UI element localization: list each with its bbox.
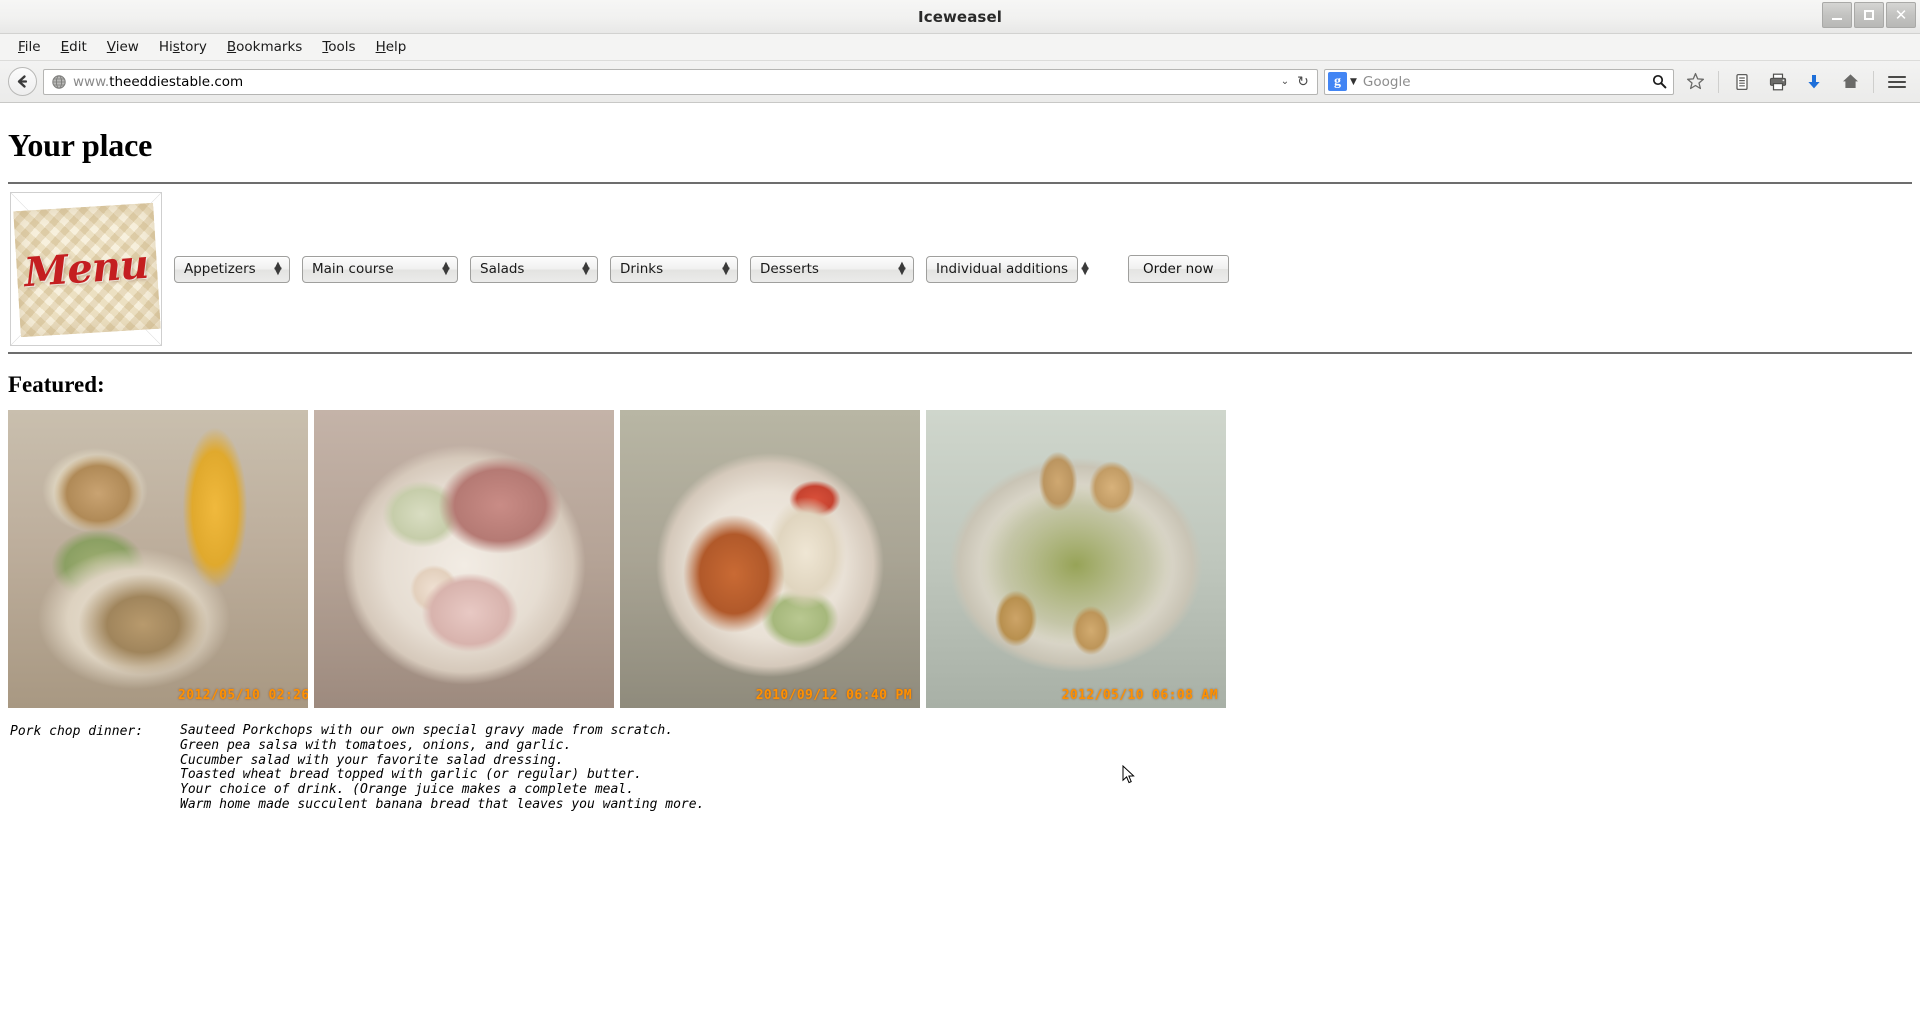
menu-file[interactable]: File	[8, 36, 51, 58]
chevron-updown-icon: ▲ ▼	[442, 259, 450, 277]
menu-bookmarks-label: ookmarks	[236, 39, 303, 55]
navigation-toolbar: www.theeddiestable.com ⌄ ↻ g ▼ Google	[0, 61, 1920, 103]
reload-icon[interactable]: ↻	[1293, 74, 1313, 90]
select-drinks[interactable]: Drinks ▲ ▼	[610, 255, 738, 283]
window-controls: ✕	[1822, 2, 1916, 28]
window-title: Iceweasel	[918, 7, 1002, 26]
page-title: Your place	[8, 127, 153, 163]
chevron-updown-icon: ▲ ▼	[1081, 259, 1089, 277]
reading-list-icon[interactable]	[1727, 67, 1757, 97]
select-appetizers-label: Appetizers	[184, 261, 256, 277]
maximize-icon	[1864, 10, 1874, 20]
select-main-course[interactable]: Main course ▲ ▼	[302, 255, 458, 283]
menu-help-label: elp	[385, 39, 407, 55]
title-bar: Iceweasel ✕	[0, 0, 1920, 34]
menu-bar: File Edit View History Bookmarks Tools H…	[0, 34, 1920, 61]
menu-history[interactable]: History	[149, 36, 217, 58]
close-button[interactable]: ✕	[1886, 2, 1916, 28]
menu-edit-label: dit	[69, 39, 87, 55]
page-content: Your place Menu Appetizers ▲ ▼ Main cours…	[0, 103, 1920, 1026]
select-desserts[interactable]: Desserts ▲ ▼	[750, 255, 914, 283]
photo-timestamp: 2010/09/12 06:40 PM	[755, 688, 912, 703]
chicken-rice-plate-photo[interactable]: 2010/09/12 06:40 PM	[620, 410, 920, 708]
minimize-button[interactable]	[1822, 2, 1852, 28]
globe-icon	[52, 74, 68, 89]
photo-timestamp: 2012/05/10 06:08 AM	[1061, 688, 1218, 703]
browser-window: Iceweasel ✕ File Edit View History Bookm…	[0, 0, 1920, 1026]
select-individual-additions[interactable]: Individual additions ▲ ▼	[926, 255, 1089, 283]
downloads-icon[interactable]	[1799, 67, 1829, 97]
menu-tools-label: ools	[328, 39, 356, 55]
toolbar-divider	[1718, 70, 1719, 93]
menu-edit[interactable]: Edit	[51, 36, 97, 58]
menu-file-label: ile	[24, 39, 41, 55]
select-main-course-label: Main course	[312, 261, 394, 277]
divider-bottom	[8, 352, 1912, 354]
google-logo-icon: g	[1328, 72, 1347, 91]
menu-history-label: tory	[179, 39, 207, 55]
select-drinks-label: Drinks	[620, 261, 664, 277]
menu-view[interactable]: View	[97, 36, 149, 58]
pork-chop-plate-photo[interactable]: 2012/05/10 02:26	[8, 410, 308, 708]
close-icon: ✕	[1894, 5, 1908, 24]
menu-bookmarks[interactable]: Bookmarks	[217, 36, 312, 58]
address-bar[interactable]: www.theeddiestable.com ⌄ ↻	[43, 68, 1318, 95]
chevron-updown-icon: ▲ ▼	[898, 259, 906, 277]
search-input[interactable]: Google	[1363, 74, 1649, 90]
select-desserts-label: Desserts	[760, 261, 819, 277]
url-domain: theeddiestable.com	[109, 73, 244, 90]
chevron-down-icon[interactable]: ⌄	[1277, 76, 1293, 87]
menu-view-label: iew	[115, 39, 139, 55]
menu-tools[interactable]: Tools	[312, 36, 365, 58]
print-icon[interactable]	[1763, 67, 1793, 97]
minimize-icon	[1832, 17, 1842, 20]
search-bar[interactable]: g ▼ Google	[1324, 68, 1674, 95]
featured-photos: 2012/05/10 02:26 2010/09/12 06:40 PM 201…	[8, 410, 1912, 708]
chevron-updown-icon: ▲ ▼	[722, 259, 730, 277]
ham-pineapple-plate-photo[interactable]	[314, 410, 614, 708]
select-salads-label: Salads	[480, 261, 525, 277]
chevron-updown-icon: ▲ ▼	[582, 259, 590, 277]
dish-line: Green pea salsa with tomatoes, onions, a…	[180, 737, 572, 753]
menu-image: Menu	[10, 192, 162, 346]
menu-help[interactable]: Help	[366, 36, 417, 58]
bookmark-star-icon[interactable]	[1680, 67, 1710, 97]
toolbar-divider-2	[1873, 70, 1874, 93]
select-salads[interactable]: Salads ▲ ▼	[470, 255, 598, 283]
address-bar-text: www.theeddiestable.com	[73, 74, 1277, 90]
url-prefix: www.	[73, 73, 110, 90]
select-appetizers[interactable]: Appetizers ▲ ▼	[174, 255, 290, 283]
dish-name-label: Pork chop dinner:	[10, 724, 144, 739]
order-now-button[interactable]: Order now	[1128, 255, 1229, 283]
maximize-button[interactable]	[1854, 2, 1884, 28]
dish-description-lines: Sauteed Porkchops with our own special g…	[180, 723, 705, 813]
dish-line: Warm home made succulent banana bread th…	[180, 797, 705, 813]
dish-line: Cucumber salad with your favorite salad …	[180, 752, 564, 768]
dish-line: Sauteed Porkchops with our own special g…	[180, 723, 674, 738]
chevron-updown-icon: ▲ ▼	[274, 259, 282, 277]
select-individual-additions-label: Individual additions	[936, 261, 1069, 277]
featured-heading: Featured:	[8, 372, 105, 397]
menu-selection-row: Menu Appetizers ▲ ▼ Main course ▲ ▼ Salads…	[8, 184, 1912, 352]
search-engine-chevron-icon[interactable]: ▼	[1350, 77, 1357, 87]
search-submit-icon[interactable]	[1649, 74, 1669, 89]
photo-timestamp: 2012/05/10 02:26	[178, 688, 308, 703]
guacamole-chips-photo[interactable]: 2012/05/10 06:08 AM	[926, 410, 1226, 708]
dish-line: Toasted wheat bread topped with garlic (…	[180, 767, 642, 783]
back-arrow-icon	[17, 75, 28, 88]
back-button[interactable]	[8, 67, 37, 96]
dish-description: Pork chop dinner: Sauteed Porkchops with…	[8, 723, 1912, 813]
home-icon[interactable]	[1835, 67, 1865, 97]
menu-category-selects: Appetizers ▲ ▼ Main course ▲ ▼ Salads ▲ ▼ D…	[174, 255, 1229, 283]
menu-hamburger-icon[interactable]	[1882, 67, 1912, 97]
dish-line: Your choice of drink. (Orange juice make…	[180, 782, 634, 798]
